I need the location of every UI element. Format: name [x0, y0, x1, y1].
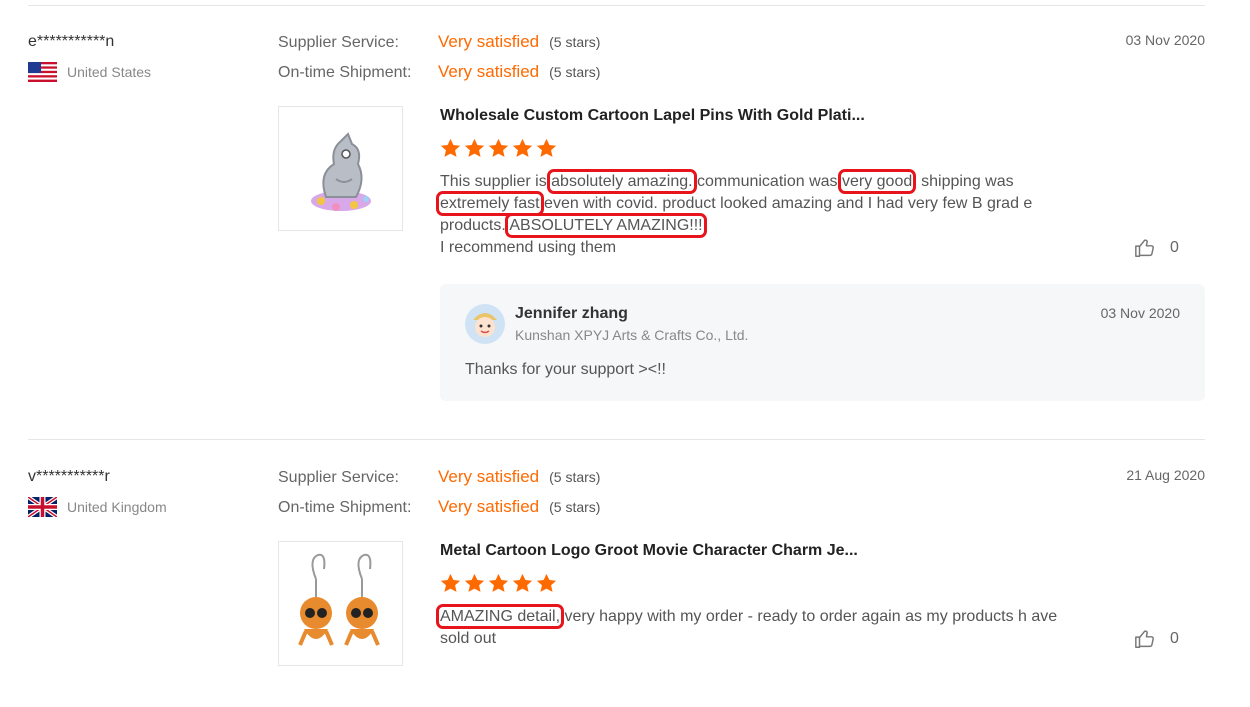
star-icon: [440, 138, 461, 157]
reviewer-country: United Kingdom: [26, 495, 167, 519]
product-thumbnail[interactable]: [278, 541, 403, 666]
supplier-service-row: Supplier Service: Very satisfied (5 star…: [278, 32, 600, 52]
supplier-service-value: Very satisfied: [438, 32, 540, 51]
shipment-label: On-time Shipment:: [278, 499, 412, 516]
highlighted-phrase: extremely fast: [436, 191, 544, 216]
shipment-stars: (5 stars): [549, 64, 601, 80]
star-icon: [464, 573, 485, 592]
review-text-part: . shipping was: [912, 173, 1014, 190]
shipment-row: On-time Shipment: Very satisfied (5 star…: [278, 497, 600, 517]
highlighted-phrase: ABSOLUTELY AMAZING!!!: [505, 213, 707, 238]
thumbs-up-icon: [1135, 630, 1154, 648]
avatar: [465, 304, 505, 344]
review-date: 21 Aug 2020: [1126, 467, 1205, 483]
lapel-pin-image: [310, 131, 371, 211]
country-label: United Kingdom: [67, 499, 167, 515]
reviewer-name: e***********n: [28, 33, 115, 50]
review-text-part: This supplier is: [440, 173, 552, 190]
review-text: AMAZING detail, very happy with my order…: [435, 604, 1065, 650]
reply-author-name: Jennifer zhang: [515, 305, 628, 322]
star-icon: [488, 138, 509, 157]
star-icon: [512, 573, 533, 592]
shipment-value: Very satisfied: [438, 497, 540, 516]
product-thumbnail[interactable]: [278, 106, 403, 231]
reply-text: Thanks for your support ><!!: [465, 361, 666, 378]
top-divider: [28, 5, 1205, 6]
country-label: United States: [67, 64, 152, 80]
highlighted-phrase: absolutely amazing.: [547, 169, 697, 194]
uk-flag-icon: [26, 495, 59, 519]
reviewer-name: v***********r: [28, 468, 110, 485]
review-text: This supplier is absolutely amazing. com…: [436, 169, 1065, 259]
supplier-reply: Jennifer zhang Kunshan XPYJ Arts & Craft…: [440, 284, 1205, 401]
like-count: 0: [1170, 630, 1179, 647]
thumbs-up-icon: [1135, 239, 1154, 257]
supplier-service-label: Supplier Service:: [278, 34, 399, 51]
product-rating-stars: [440, 573, 557, 594]
review-text-part: communication was: [692, 173, 842, 190]
review-text-part: I recommend using them: [440, 239, 617, 256]
product-rating-stars: [440, 138, 557, 159]
review-date: 03 Nov 2020: [1125, 32, 1205, 48]
review-divider: [28, 439, 1205, 440]
star-icon: [488, 573, 509, 592]
product-title-link[interactable]: Metal Cartoon Logo Groot Movie Character…: [440, 542, 858, 560]
highlighted-phrase: AMAZING detail,: [435, 604, 565, 629]
supplier-service-value: Very satisfied: [438, 467, 540, 486]
star-icon: [440, 573, 461, 592]
highlighted-phrase: very good: [837, 169, 917, 194]
supplier-service-label: Supplier Service:: [278, 469, 399, 486]
star-icon: [536, 138, 557, 157]
earrings-image: [297, 553, 380, 646]
reply-company: Kunshan XPYJ Arts & Crafts Co., Ltd.: [515, 327, 749, 343]
shipment-value: Very satisfied: [438, 62, 540, 81]
like-button[interactable]: 0: [1134, 237, 1179, 259]
shipment-label: On-time Shipment:: [278, 64, 412, 81]
supplier-service-stars: (5 stars): [549, 34, 601, 50]
like-button[interactable]: 0: [1134, 628, 1179, 650]
product-title-link[interactable]: Wholesale Custom Cartoon Lapel Pins With…: [440, 107, 865, 125]
reviewer-country: United States: [28, 62, 151, 82]
shipment-row: On-time Shipment: Very satisfied (5 star…: [278, 62, 600, 82]
shipment-stars: (5 stars): [549, 499, 601, 515]
like-count: 0: [1170, 239, 1179, 256]
star-icon: [536, 573, 557, 592]
star-icon: [464, 138, 485, 157]
star-icon: [512, 138, 533, 157]
us-flag-icon: [28, 62, 57, 82]
supplier-service-stars: (5 stars): [549, 469, 601, 485]
reply-date: 03 Nov 2020: [1100, 305, 1180, 321]
supplier-service-row: Supplier Service: Very satisfied (5 star…: [278, 467, 600, 487]
